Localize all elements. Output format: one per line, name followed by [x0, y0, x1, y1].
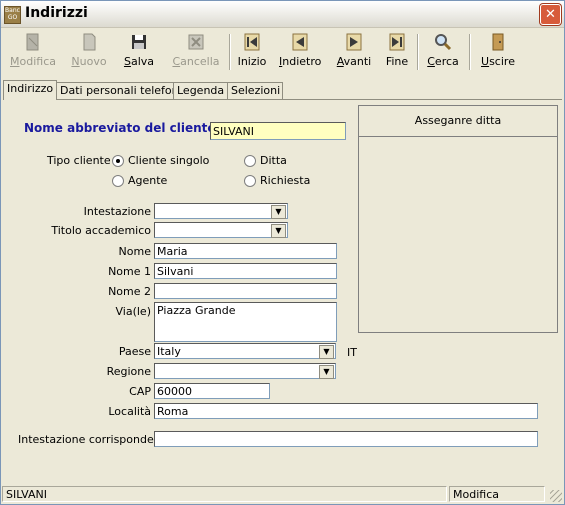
- status-bar: SILVANI Modifica: [1, 485, 564, 504]
- intestazione-select[interactable]: ▼: [154, 203, 288, 219]
- nome1-field[interactable]: Silvani: [154, 263, 337, 279]
- uscire-button[interactable]: Uscire: [479, 32, 517, 74]
- inizio-button[interactable]: Inizio: [235, 32, 269, 74]
- via-label: Via(le): [115, 305, 152, 318]
- title-bar: Banc GO Indirizzi ✕: [1, 1, 564, 28]
- tipo-cliente-label: Tipo cliente: [47, 154, 111, 167]
- tab-dati-personali[interactable]: Dati personali telefono: [56, 82, 185, 99]
- delete-icon: [188, 34, 204, 50]
- short-name-field[interactable]: SILVANI: [210, 122, 346, 140]
- modifica-label: Modifica: [10, 55, 56, 68]
- short-name-heading: Nome abbreviato del cliente: [24, 121, 216, 135]
- intestazione-label: Intestazione: [83, 205, 151, 218]
- via-textarea[interactable]: Piazza Grande: [154, 302, 337, 342]
- fine-label: Fine: [385, 55, 409, 68]
- new-document-icon: [83, 33, 96, 51]
- cap-label: CAP: [129, 385, 151, 398]
- nuovo-button[interactable]: Nuovo: [69, 32, 109, 74]
- floppy-disk-icon: [132, 35, 146, 49]
- app-icon: Banc GO: [4, 6, 21, 24]
- titolo-accademico-select[interactable]: ▼: [154, 222, 288, 238]
- cancella-button[interactable]: Cancella: [171, 32, 221, 74]
- inizio-label: Inizio: [237, 55, 267, 68]
- corrispondenza-label: Intestazione corrispondenza: [18, 433, 174, 446]
- radio-cliente-singolo-label: Cliente singolo: [128, 154, 210, 167]
- toolbar-separator: [417, 34, 419, 70]
- tab-legenda[interactable]: Legenda: [173, 82, 231, 99]
- toolbar-separator: [229, 34, 231, 70]
- radio-ditta[interactable]: [244, 155, 256, 167]
- fine-button[interactable]: Fine: [383, 32, 411, 74]
- assign-company-panel: Asseganre ditta: [358, 105, 558, 333]
- radio-ditta-label: Ditta: [260, 154, 287, 167]
- cerca-button[interactable]: Cerca: [425, 32, 461, 74]
- nome2-field[interactable]: [154, 283, 337, 299]
- nome1-label: Nome 1: [108, 265, 151, 278]
- radio-richiesta-label: Richiesta: [260, 174, 311, 187]
- corrispondenza-field[interactable]: [154, 431, 538, 447]
- salva-button[interactable]: Salva: [119, 32, 159, 74]
- chevron-down-icon[interactable]: ▼: [319, 345, 334, 359]
- cancella-label: Cancella: [172, 55, 220, 68]
- last-record-icon: [389, 33, 405, 51]
- tab-selezioni[interactable]: Selezioni: [227, 82, 283, 99]
- titolo-accademico-label: Titolo accademico: [51, 224, 151, 237]
- radio-richiesta[interactable]: [244, 175, 256, 187]
- pencil-icon: [26, 33, 39, 51]
- paese-select[interactable]: Italy ▼: [154, 343, 336, 359]
- exit-door-icon: [492, 33, 504, 51]
- radio-cliente-singolo[interactable]: [112, 155, 124, 167]
- toolbar: Modifica Nuovo Salva Cancella Inizio Ind…: [1, 28, 564, 76]
- indietro-button[interactable]: Indietro: [279, 32, 321, 74]
- salva-label: Salva: [123, 55, 155, 68]
- paese-code: IT: [347, 346, 357, 359]
- window-title: Indirizzi: [25, 5, 88, 21]
- assign-company-header[interactable]: Asseganre ditta: [359, 106, 557, 137]
- nuovo-label: Nuovo: [71, 55, 107, 68]
- status-mode: Modifica: [449, 486, 545, 502]
- nome-label: Nome: [118, 245, 151, 258]
- localita-label: Località: [108, 405, 151, 418]
- previous-record-icon: [292, 33, 308, 51]
- radio-agente-label: Agente: [128, 174, 168, 187]
- paese-value: Italy: [157, 345, 181, 358]
- nome2-label: Nome 2: [108, 285, 151, 298]
- resize-grip-icon[interactable]: [550, 490, 562, 502]
- regione-select[interactable]: ▼: [154, 363, 336, 379]
- avanti-label: Avanti: [336, 55, 372, 68]
- avanti-button[interactable]: Avanti: [335, 32, 373, 74]
- close-icon: ✕: [545, 7, 556, 22]
- regione-label: Regione: [106, 365, 151, 378]
- status-record: SILVANI: [2, 486, 447, 502]
- cap-field[interactable]: 60000: [154, 383, 270, 399]
- chevron-down-icon[interactable]: ▼: [271, 224, 286, 238]
- chevron-down-icon[interactable]: ▼: [271, 205, 286, 219]
- modifica-button[interactable]: Modifica: [9, 32, 57, 74]
- nome-field[interactable]: Maria: [154, 243, 337, 259]
- cerca-label: Cerca: [427, 55, 459, 68]
- magnifier-icon: [435, 34, 452, 51]
- uscire-label: Uscire: [481, 55, 515, 68]
- tab-indirizzo[interactable]: Indirizzo: [3, 80, 57, 100]
- first-record-icon: [244, 33, 260, 51]
- toolbar-separator: [469, 34, 471, 70]
- next-record-icon: [346, 33, 362, 51]
- close-button[interactable]: ✕: [540, 4, 561, 25]
- paese-label: Paese: [118, 345, 151, 358]
- window: Banc GO Indirizzi ✕ Modifica Nuovo Salva…: [0, 0, 565, 505]
- indietro-label: Indietro: [279, 55, 322, 68]
- radio-agente[interactable]: [112, 175, 124, 187]
- chevron-down-icon[interactable]: ▼: [319, 365, 334, 379]
- localita-field[interactable]: Roma: [154, 403, 538, 419]
